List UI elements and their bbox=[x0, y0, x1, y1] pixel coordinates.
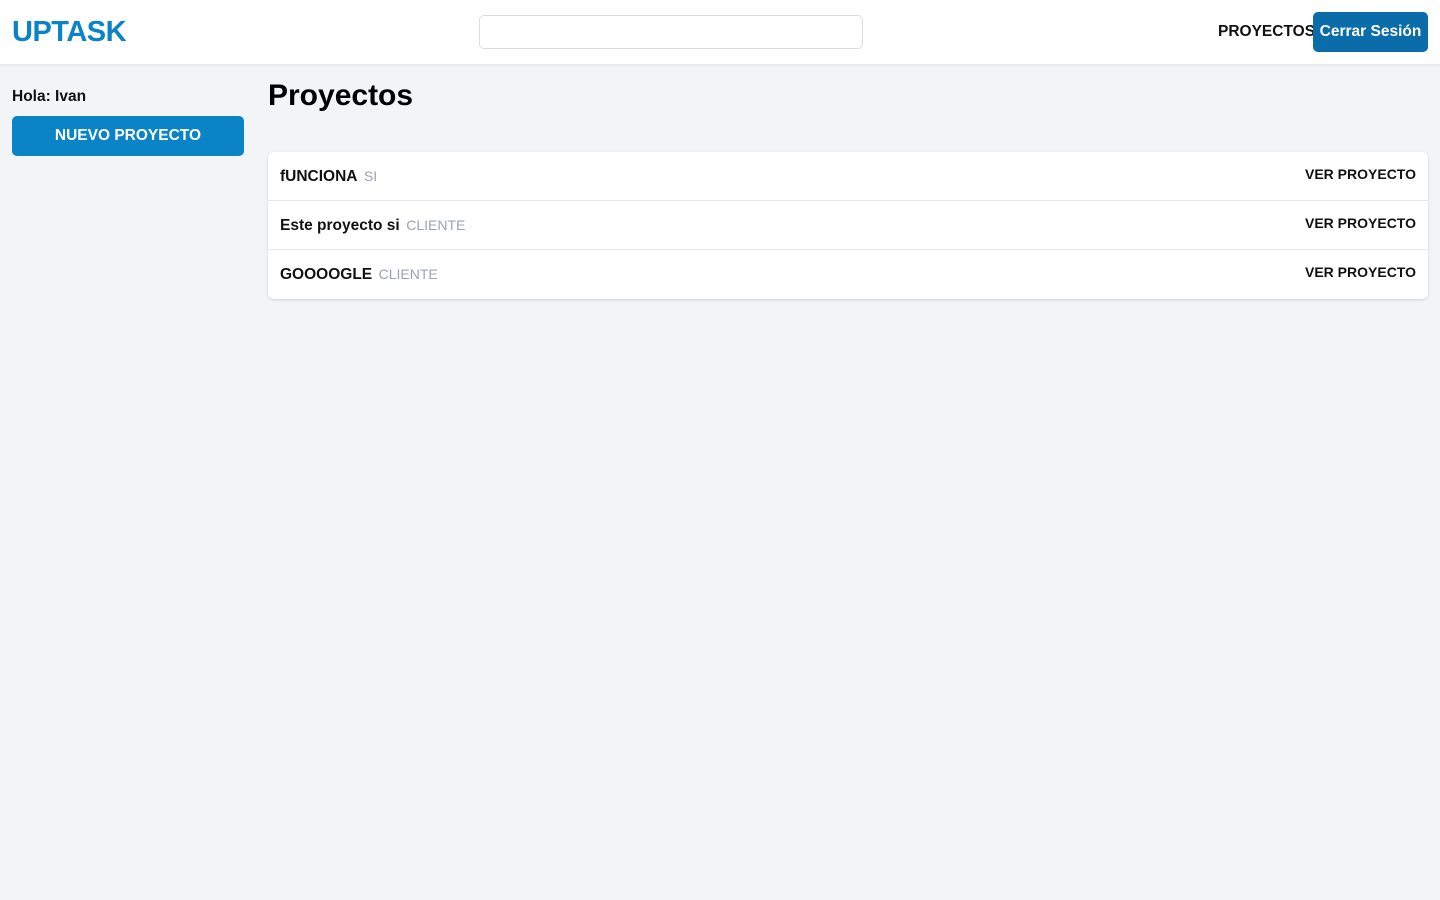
page-title: Proyectos bbox=[268, 79, 414, 112]
project-info: fUNCIONA SI bbox=[280, 166, 377, 187]
project-list: fUNCIONA SI VER PROYECTO Este proyecto s… bbox=[268, 152, 1428, 299]
view-project-link[interactable]: VER PROYECTO bbox=[1305, 165, 1416, 183]
project-client: SI bbox=[363, 168, 378, 184]
search-input[interactable] bbox=[479, 15, 863, 49]
project-client: CLIENTE bbox=[406, 217, 466, 233]
project-name: fUNCIONA bbox=[280, 168, 358, 185]
project-name: GOOOOGLE bbox=[280, 266, 373, 283]
project-info: Este proyecto si CLIENTE bbox=[280, 215, 465, 236]
project-row: fUNCIONA SI VER PROYECTO bbox=[268, 152, 1428, 201]
project-row: Este proyecto si CLIENTE VER PROYECTO bbox=[268, 201, 1428, 250]
project-name: Este proyecto si bbox=[280, 217, 400, 234]
project-client: CLIENTE bbox=[378, 266, 438, 282]
project-info: GOOOOGLE CLIENTE bbox=[280, 264, 438, 285]
user-greeting: Hola: Ivan bbox=[12, 88, 87, 105]
project-row: GOOOOGLE CLIENTE VER PROYECTO bbox=[268, 250, 1428, 299]
nav-projects-link[interactable]: PROYECTOS bbox=[1218, 22, 1315, 42]
new-project-button[interactable]: NUEVO PROYECTO bbox=[12, 116, 244, 156]
app-logo[interactable]: UPTASK bbox=[12, 14, 127, 50]
view-project-link[interactable]: VER PROYECTO bbox=[1305, 214, 1416, 232]
logout-button[interactable]: Cerrar Sesión bbox=[1313, 12, 1428, 52]
top-header: UPTASK PROYECTOS Cerrar Sesión bbox=[0, 0, 1440, 65]
view-project-link[interactable]: VER PROYECTO bbox=[1305, 263, 1416, 281]
